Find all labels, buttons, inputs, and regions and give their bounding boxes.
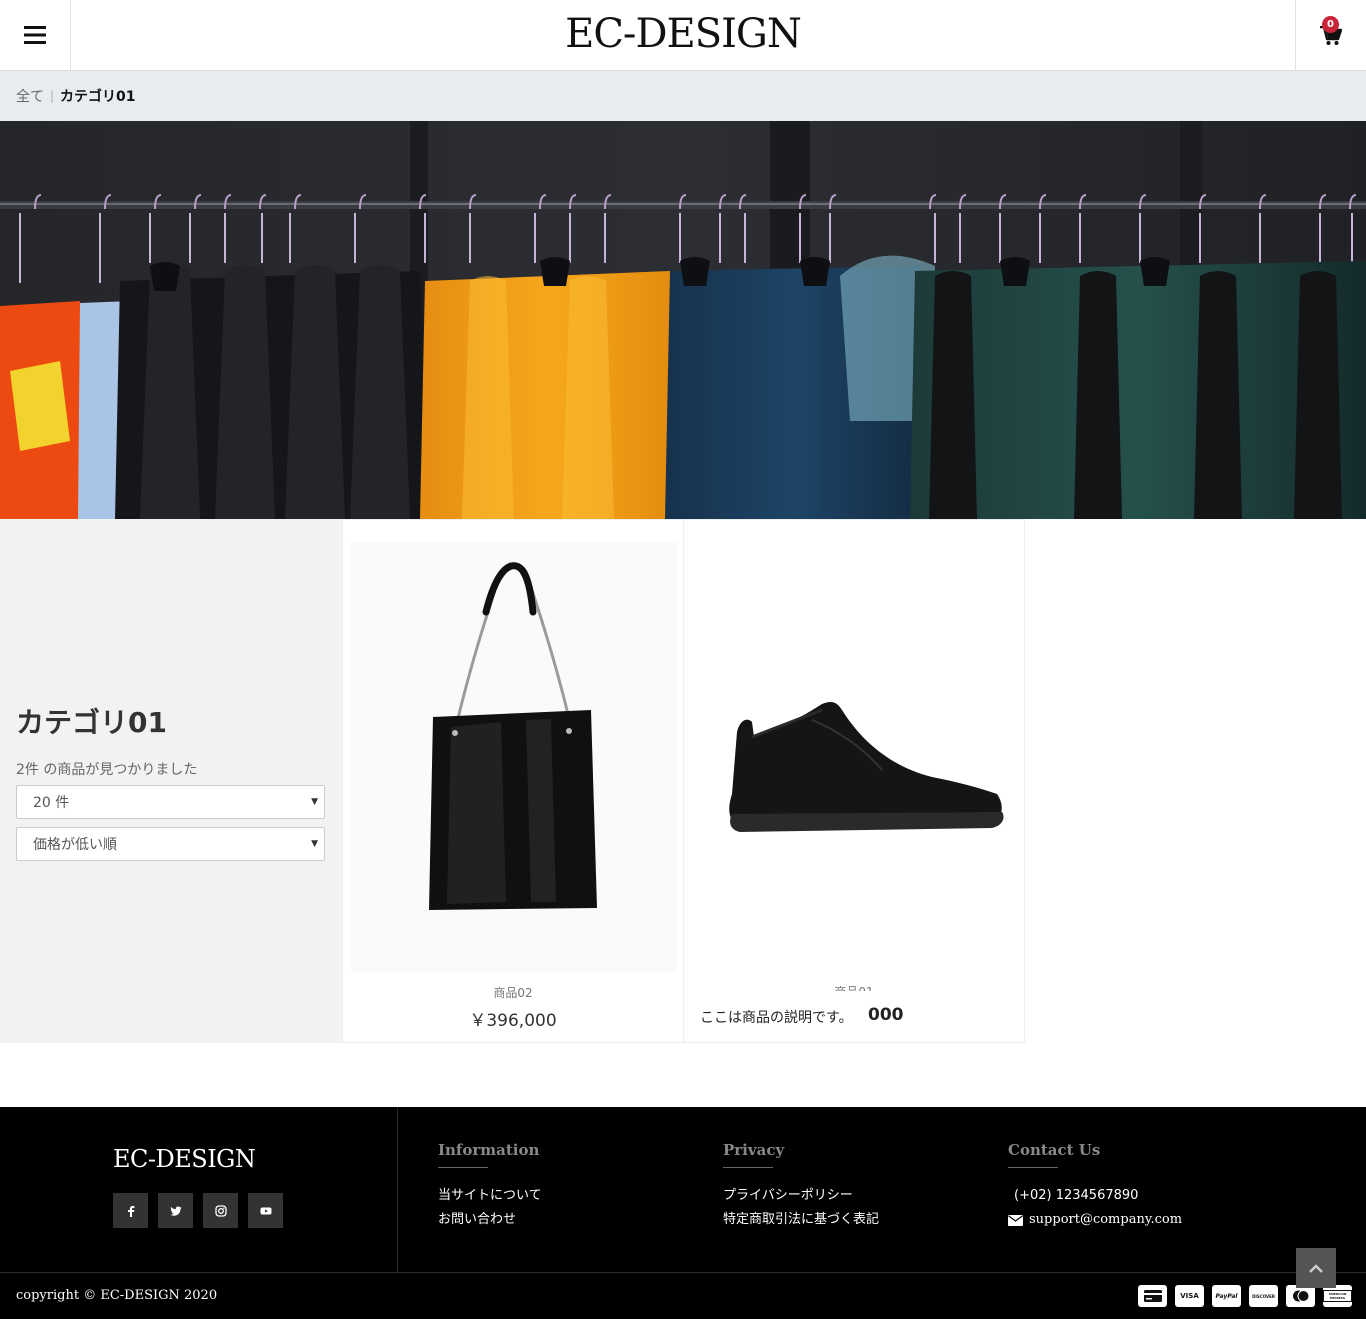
sort-select[interactable]: 価格が低い順 ▼ bbox=[16, 827, 325, 861]
clothing-rack-photo bbox=[0, 121, 1366, 519]
about-site-link[interactable]: 当サイトについて bbox=[438, 1184, 542, 1208]
breadcrumb-all-link[interactable]: 全て bbox=[16, 86, 44, 106]
product-description: ここは商品の説明です。 bbox=[700, 1010, 853, 1026]
product-card[interactable]: 商品01 ここは商品の説明です。 000 bbox=[683, 519, 1025, 1043]
footer-logo[interactable]: EC-DESIGN bbox=[113, 1145, 256, 1173]
product-image-sneaker[interactable] bbox=[692, 542, 1018, 972]
site-footer: EC-DESIGN Information 当サイトについて お問い合わせ Pr… bbox=[0, 1107, 1366, 1319]
chevron-down-icon: ▼ bbox=[311, 839, 318, 849]
breadcrumb-separator: | bbox=[50, 89, 55, 103]
site-logo[interactable]: EC-DESIGN bbox=[0, 11, 1366, 57]
category-sidebar: カテゴリ01 2件 の商品が見つかりました 20 件 ▼ 価格が低い順 ▼ bbox=[0, 519, 342, 1043]
category-hero-image bbox=[0, 121, 1366, 519]
information-heading: Information bbox=[438, 1141, 540, 1159]
email-link[interactable]: support@company.com bbox=[1008, 1208, 1182, 1232]
cart-button[interactable]: 0 bbox=[1295, 0, 1366, 70]
footer-contact-column: Contact Us (+02) 1234567890 support@comp… bbox=[1008, 1141, 1182, 1232]
facebook-link[interactable] bbox=[113, 1193, 148, 1228]
payment-methods: VISA PayPal DISCOVER AMERICAN EXPRESS bbox=[1138, 1285, 1352, 1307]
product-price: 000 bbox=[868, 1005, 904, 1025]
amex-label: AMERICAN EXPRESS bbox=[1323, 1290, 1352, 1302]
breadcrumb-current: カテゴリ01 bbox=[60, 89, 136, 105]
paypal-icon: PayPal bbox=[1212, 1285, 1241, 1307]
commercial-law-link[interactable]: 特定商取引法に基づく表記 bbox=[723, 1208, 879, 1232]
youtube-icon bbox=[260, 1207, 271, 1214]
sort-select-value: 価格が低い順 bbox=[33, 837, 117, 853]
heading-underline bbox=[438, 1167, 488, 1168]
breadcrumb: 全て | カテゴリ01 bbox=[0, 71, 1366, 121]
footer-brand: EC-DESIGN bbox=[0, 1107, 398, 1272]
copyright-text: copyright © EC-DESIGN 2020 bbox=[16, 1288, 218, 1303]
facebook-icon bbox=[127, 1205, 134, 1217]
product-name[interactable]: 商品01 bbox=[684, 983, 1024, 991]
mastercard-icon bbox=[1286, 1285, 1315, 1307]
product-price: ￥396,000 bbox=[469, 1011, 557, 1031]
youtube-link[interactable] bbox=[248, 1193, 283, 1228]
sneaker-illustration bbox=[729, 702, 1004, 832]
credit-card-icon bbox=[1138, 1285, 1167, 1307]
social-links bbox=[113, 1193, 283, 1228]
back-to-top-button[interactable] bbox=[1296, 1248, 1336, 1288]
contact-form-link[interactable]: お問い合わせ bbox=[438, 1208, 542, 1232]
phone-link[interactable]: (+02) 1234567890 bbox=[1008, 1184, 1182, 1208]
amex-icon: AMERICAN EXPRESS bbox=[1323, 1285, 1352, 1307]
category-title: カテゴリ01 bbox=[16, 706, 167, 739]
twitter-icon bbox=[170, 1206, 181, 1216]
visa-icon: VISA bbox=[1175, 1285, 1204, 1307]
phone-number: (+02) 1234567890 bbox=[1014, 1188, 1139, 1203]
privacy-policy-link[interactable]: プライバシーポリシー bbox=[723, 1184, 879, 1208]
envelope-icon bbox=[1008, 1214, 1023, 1226]
twitter-link[interactable] bbox=[158, 1193, 193, 1228]
result-count-text: 2件 の商品が見つかりました bbox=[16, 762, 198, 778]
footer-information-column: Information 当サイトについて お問い合わせ bbox=[438, 1141, 542, 1232]
instagram-icon bbox=[214, 1204, 227, 1217]
heading-underline bbox=[723, 1167, 773, 1168]
product-card[interactable]: 商品02 ￥396,000 bbox=[342, 519, 684, 1043]
footer-bottom-bar: copyright © EC-DESIGN 2020 VISA PayPal D… bbox=[0, 1272, 1366, 1319]
chevron-up-icon bbox=[1309, 1263, 1323, 1273]
product-grid: 商品02 ￥396,000 商品01 ここは商品の説明です。 000 bbox=[342, 519, 1025, 1043]
tote-bag-illustration bbox=[429, 562, 597, 910]
chevron-down-icon: ▼ bbox=[311, 797, 318, 807]
per-page-select[interactable]: 20 件 ▼ bbox=[16, 785, 325, 819]
discover-icon: DISCOVER bbox=[1249, 1285, 1278, 1307]
cart-count-badge: 0 bbox=[1322, 16, 1339, 33]
contact-heading: Contact Us bbox=[1008, 1141, 1101, 1159]
product-image-tote-bag[interactable] bbox=[351, 542, 677, 972]
email-address: support@company.com bbox=[1029, 1212, 1183, 1227]
site-header: EC-DESIGN 0 bbox=[0, 0, 1366, 71]
heading-underline bbox=[1008, 1167, 1058, 1168]
instagram-link[interactable] bbox=[203, 1193, 238, 1228]
product-name[interactable]: 商品02 bbox=[343, 984, 683, 1001]
privacy-heading: Privacy bbox=[723, 1141, 785, 1159]
per-page-select-value: 20 件 bbox=[33, 795, 70, 811]
footer-privacy-column: Privacy プライバシーポリシー 特定商取引法に基づく表記 bbox=[723, 1141, 879, 1232]
